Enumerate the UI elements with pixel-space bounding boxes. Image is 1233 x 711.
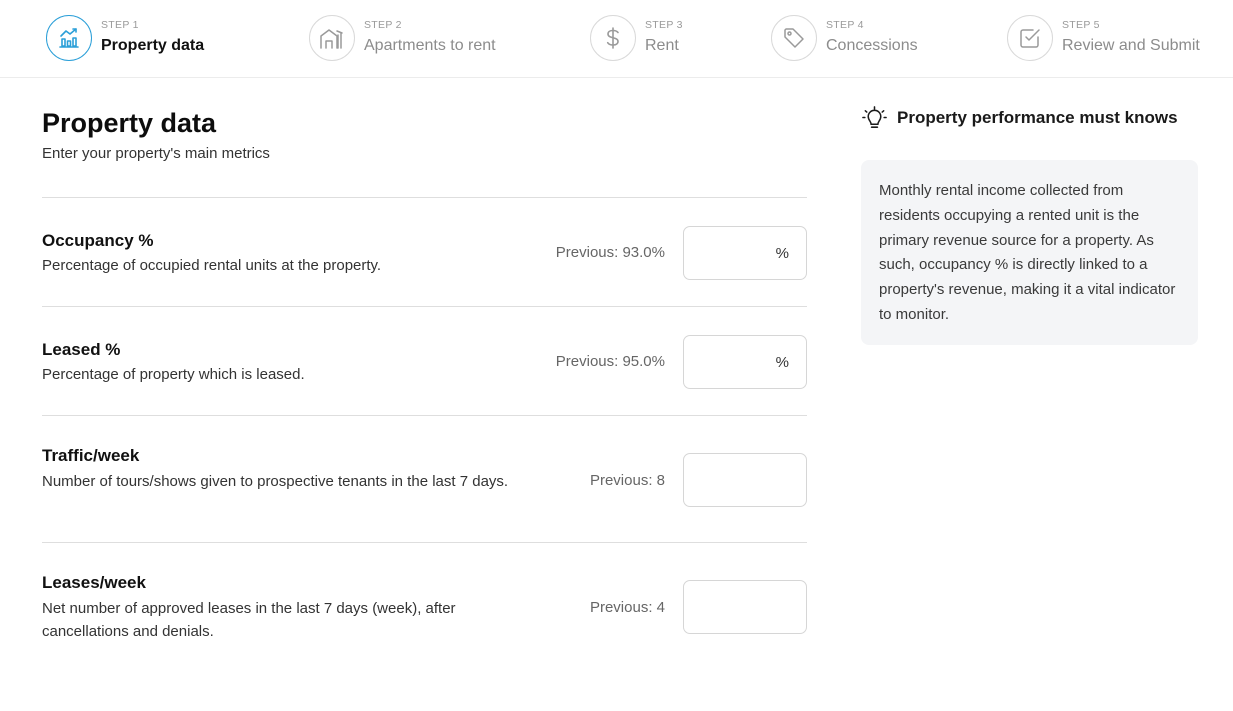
step-number: STEP 5 xyxy=(1062,19,1100,31)
metric-label: Leases/week xyxy=(42,573,146,592)
step-title: Rent xyxy=(645,37,679,54)
page-subtitle: Enter your property's main metrics xyxy=(42,145,270,162)
metric-label: Occupancy % xyxy=(42,231,154,250)
step-title: Concessions xyxy=(826,37,918,54)
dollar-icon xyxy=(606,27,619,49)
leased-input-wrapper: % xyxy=(683,335,807,389)
leases-input[interactable] xyxy=(684,581,806,633)
step-icon-circle xyxy=(46,15,92,61)
step-number: STEP 2 xyxy=(364,19,402,31)
occupancy-input[interactable] xyxy=(684,227,806,279)
step-review-and-submit[interactable]: STEP 5 Review and Submit xyxy=(1007,15,1200,61)
traffic-input-wrapper xyxy=(683,453,807,507)
stepper: STEP 1 Property data STEP 2 Apartments t… xyxy=(0,0,1233,78)
tips-header: Property performance must knows xyxy=(861,104,1178,132)
tips-text: Monthly rental income collected from res… xyxy=(879,182,1176,323)
step-rent[interactable]: STEP 3 Rent xyxy=(590,15,683,61)
step-concessions[interactable]: STEP 4 Concessions xyxy=(771,15,918,61)
step-icon-circle xyxy=(590,15,636,61)
metric-occupancy: Occupancy % Percentage of occupied renta… xyxy=(42,197,807,306)
metric-traffic: Traffic/week Number of tours/shows given… xyxy=(42,415,807,542)
step-number: STEP 1 xyxy=(101,19,139,31)
step-apartments-to-rent[interactable]: STEP 2 Apartments to rent xyxy=(309,15,496,61)
metric-label: Leased % xyxy=(42,340,121,359)
step-property-data[interactable]: STEP 1 Property data xyxy=(46,15,204,61)
tips-box: Monthly rental income collected from res… xyxy=(861,160,1198,345)
metric-leased: Leased % Percentage of property which is… xyxy=(42,306,807,415)
metric-label: Traffic/week xyxy=(42,446,140,465)
metric-leases: Leases/week Net number of approved lease… xyxy=(42,542,807,669)
traffic-input[interactable] xyxy=(684,454,806,506)
previous-value: Previous: 95.0% xyxy=(555,353,665,370)
building-icon xyxy=(320,29,343,49)
previous-value: Previous: 8 xyxy=(589,472,665,489)
metric-description: Number of tours/shows given to prospecti… xyxy=(42,473,509,490)
step-icon-circle xyxy=(1007,15,1053,61)
leases-input-wrapper xyxy=(683,580,807,634)
step-title: Property data xyxy=(101,37,205,54)
step-number: STEP 4 xyxy=(826,19,864,31)
metric-description: Percentage of occupied rental units at t… xyxy=(42,257,382,274)
bar-chart-icon xyxy=(59,28,79,48)
tag-icon xyxy=(784,28,804,48)
tips-title: Property performance must knows xyxy=(897,108,1178,127)
step-number: STEP 3 xyxy=(645,19,683,31)
previous-value: Previous: 93.0% xyxy=(555,244,665,261)
leased-input[interactable] xyxy=(684,336,806,388)
metric-description: Percentage of property which is leased. xyxy=(42,366,305,383)
occupancy-input-wrapper: % xyxy=(683,226,807,280)
lightbulb-icon xyxy=(862,105,887,128)
previous-value: Previous: 4 xyxy=(589,599,665,616)
page-title: Property data xyxy=(42,108,217,138)
step-icon-circle xyxy=(771,15,817,61)
step-title: Apartments to rent xyxy=(364,37,496,54)
checkbox-icon xyxy=(1020,29,1040,48)
step-icon-circle xyxy=(309,15,355,61)
metric-description: Net number of approved leases in the las… xyxy=(42,600,456,640)
step-title: Review and Submit xyxy=(1062,37,1200,54)
